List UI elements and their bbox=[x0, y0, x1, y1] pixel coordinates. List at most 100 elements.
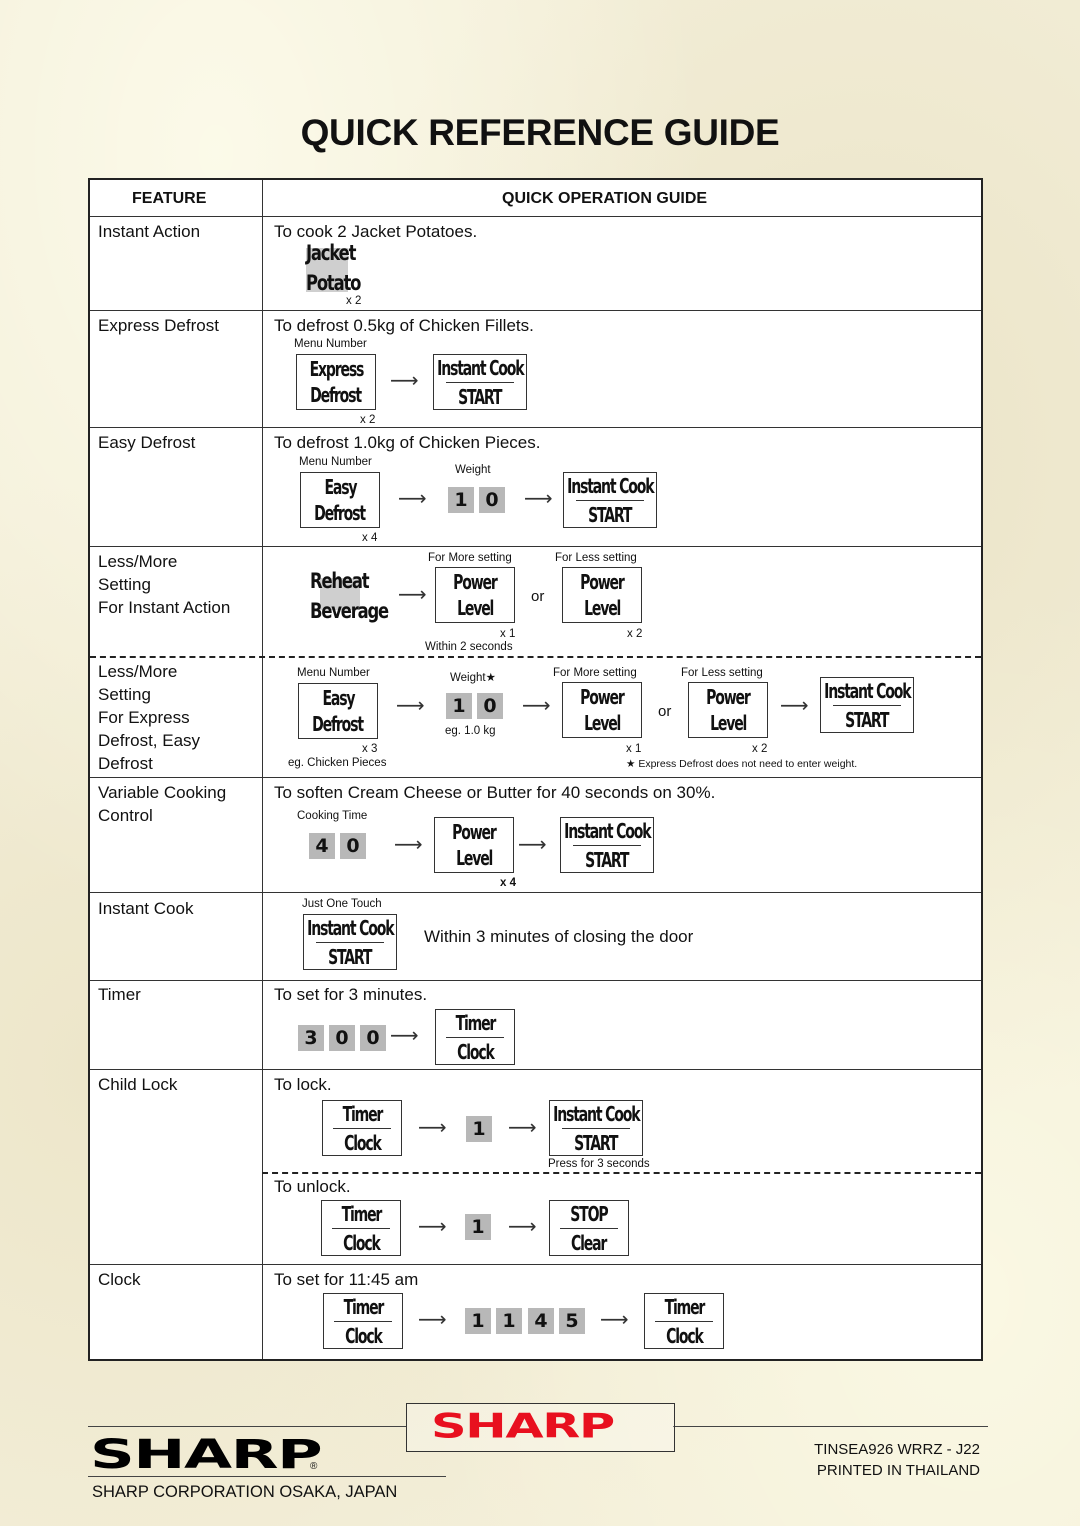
express-defrost-key[interactable]: Express Defrost bbox=[296, 354, 376, 410]
instant-cook-start-key[interactable]: Instant Cook START bbox=[563, 472, 657, 528]
arrow-icon: ⟶ bbox=[780, 693, 809, 717]
reheat-beverage-key[interactable]: Reheat Beverage bbox=[310, 566, 410, 626]
power-level-key[interactable]: Power Level bbox=[434, 817, 514, 873]
instant-cook-start-key[interactable]: Instant Cook START bbox=[560, 817, 654, 873]
feature-easy-defrost: Easy Defrost bbox=[98, 433, 196, 452]
registered-mark: ® bbox=[310, 1461, 318, 1472]
footer-rule bbox=[673, 1426, 988, 1427]
digit-key[interactable]: 1 bbox=[496, 1308, 522, 1334]
digit-key[interactable]: 1 bbox=[465, 1214, 491, 1240]
timer-clock-key[interactable]: Timer Clock bbox=[322, 1100, 402, 1156]
digit-key[interactable]: 5 bbox=[559, 1308, 585, 1334]
desc-express-defrost: To defrost 0.5kg of Chicken Fillets. bbox=[274, 316, 534, 335]
example-label: eg. Chicken Pieces bbox=[288, 757, 387, 769]
desc-clock: To set for 11:45 am bbox=[274, 1270, 419, 1289]
company-name: SHARP CORPORATION OSAKA, JAPAN bbox=[92, 1483, 398, 1501]
or-label: or bbox=[531, 588, 545, 605]
arrow-icon: ⟶ bbox=[600, 1307, 629, 1331]
press-count: x 2 bbox=[360, 414, 376, 426]
desc-lock: To lock. bbox=[274, 1075, 332, 1094]
press-count: x 2 bbox=[752, 743, 768, 755]
feature-less-more-defrost: Less/More Setting For Express Defrost, E… bbox=[98, 662, 201, 773]
arrow-icon: ⟶ bbox=[396, 693, 425, 717]
printed-in: PRINTED IN THAILAND bbox=[816, 1462, 980, 1479]
timer-clock-key[interactable]: Timer Clock bbox=[321, 1200, 401, 1256]
menu-number-label: Menu Number bbox=[299, 456, 372, 468]
digit-key[interactable]: 0 bbox=[360, 1025, 386, 1051]
instant-cook-start-key[interactable]: Instant Cook START bbox=[303, 914, 397, 970]
menu-number-label: Menu Number bbox=[294, 338, 367, 350]
timer-clock-key[interactable]: Timer Clock bbox=[435, 1009, 515, 1065]
desc-variable-cooking: To soften Cream Cheese or Butter for 40 … bbox=[274, 783, 716, 802]
power-level-key-less[interactable]: Power Level bbox=[562, 567, 642, 623]
arrow-icon: ⟶ bbox=[398, 486, 427, 510]
column-divider bbox=[262, 180, 263, 1359]
feature-child-lock: Child Lock bbox=[98, 1075, 178, 1094]
footer-rule bbox=[88, 1476, 446, 1477]
press-count: x 4 bbox=[500, 877, 516, 889]
digit-key[interactable]: 1 bbox=[466, 1116, 492, 1142]
weight-label: Weight★ bbox=[450, 672, 496, 684]
press-count: x 2 bbox=[627, 628, 643, 640]
easy-defrost-key[interactable]: Easy Defrost bbox=[298, 683, 378, 739]
instant-cook-start-key[interactable]: Instant Cook START bbox=[433, 354, 527, 410]
feature-less-more-instant: Less/More Setting For Instant Action bbox=[98, 552, 231, 617]
digit-key[interactable]: 1 bbox=[465, 1308, 491, 1334]
feature-timer: Timer bbox=[98, 985, 141, 1004]
feature-variable-cooking: Variable Cooking Control bbox=[98, 783, 227, 825]
row-divider bbox=[90, 892, 981, 893]
arrow-icon: ⟶ bbox=[390, 368, 419, 392]
row-divider bbox=[90, 546, 981, 547]
arrow-icon: ⟶ bbox=[394, 832, 423, 856]
feature-instant-action: Instant Action bbox=[98, 222, 201, 241]
press-note: Press for 3 seconds bbox=[548, 1158, 650, 1170]
or-label: or bbox=[658, 703, 672, 720]
jacket-potato-key[interactable]: Jacket Potato bbox=[306, 238, 376, 298]
more-setting-label: For More setting bbox=[553, 667, 637, 679]
less-setting-label: For Less setting bbox=[555, 552, 637, 564]
digit-key[interactable]: 0 bbox=[479, 487, 505, 513]
dashed-divider bbox=[262, 1172, 981, 1174]
reference-table: FEATURE QUICK OPERATION GUIDE Instant Ac… bbox=[88, 178, 983, 1361]
feature-express-defrost: Express Defrost bbox=[98, 316, 219, 335]
digit-key[interactable]: 0 bbox=[340, 833, 366, 859]
digit-key[interactable]: 0 bbox=[477, 693, 503, 719]
timer-clock-key[interactable]: Timer Clock bbox=[644, 1293, 724, 1349]
instant-cook-note: Within 3 minutes of closing the door bbox=[424, 927, 694, 946]
arrow-icon: ⟶ bbox=[418, 1115, 447, 1139]
power-level-key-less[interactable]: Power Level bbox=[688, 682, 768, 738]
digit-key[interactable]: 4 bbox=[309, 833, 335, 859]
digit-key[interactable]: 0 bbox=[329, 1025, 355, 1051]
stop-clear-key[interactable]: STOP Clear bbox=[549, 1200, 629, 1256]
digit-key[interactable]: 4 bbox=[528, 1308, 554, 1334]
timer-clock-key[interactable]: Timer Clock bbox=[323, 1293, 403, 1349]
row-divider bbox=[90, 310, 981, 311]
digit-key[interactable]: 1 bbox=[446, 693, 472, 719]
arrow-icon: ⟶ bbox=[390, 1023, 419, 1047]
row-divider bbox=[90, 1264, 981, 1265]
sharp-red-logo-box: SHARP bbox=[406, 1403, 675, 1452]
desc-unlock: To unlock. bbox=[274, 1177, 351, 1196]
within-note: Within 2 seconds bbox=[425, 641, 513, 653]
power-level-key-more[interactable]: Power Level bbox=[562, 682, 642, 738]
row-divider bbox=[90, 777, 981, 778]
digit-key[interactable]: 3 bbox=[298, 1025, 324, 1051]
press-count: x 4 bbox=[362, 532, 378, 544]
page-title: QUICK REFERENCE GUIDE bbox=[300, 112, 780, 153]
press-count: x 1 bbox=[500, 628, 516, 640]
power-level-key-more[interactable]: Power Level bbox=[435, 567, 515, 623]
dashed-divider bbox=[90, 656, 981, 658]
easy-defrost-key[interactable]: Easy Defrost bbox=[300, 472, 380, 528]
digit-key[interactable]: 1 bbox=[448, 487, 474, 513]
more-setting-label: For More setting bbox=[428, 552, 512, 564]
row-divider bbox=[90, 216, 981, 217]
desc-timer: To set for 3 minutes. bbox=[274, 985, 428, 1004]
arrow-icon: ⟶ bbox=[508, 1115, 537, 1139]
arrow-icon: ⟶ bbox=[522, 693, 551, 717]
arrow-icon: ⟶ bbox=[418, 1307, 447, 1331]
instant-cook-start-key[interactable]: Instant Cook START bbox=[549, 1100, 643, 1156]
arrow-icon: ⟶ bbox=[508, 1214, 537, 1238]
instant-cook-start-key[interactable]: Instant Cook START bbox=[820, 677, 914, 733]
feature-clock: Clock bbox=[98, 1270, 141, 1289]
press-count: x 1 bbox=[626, 743, 642, 755]
